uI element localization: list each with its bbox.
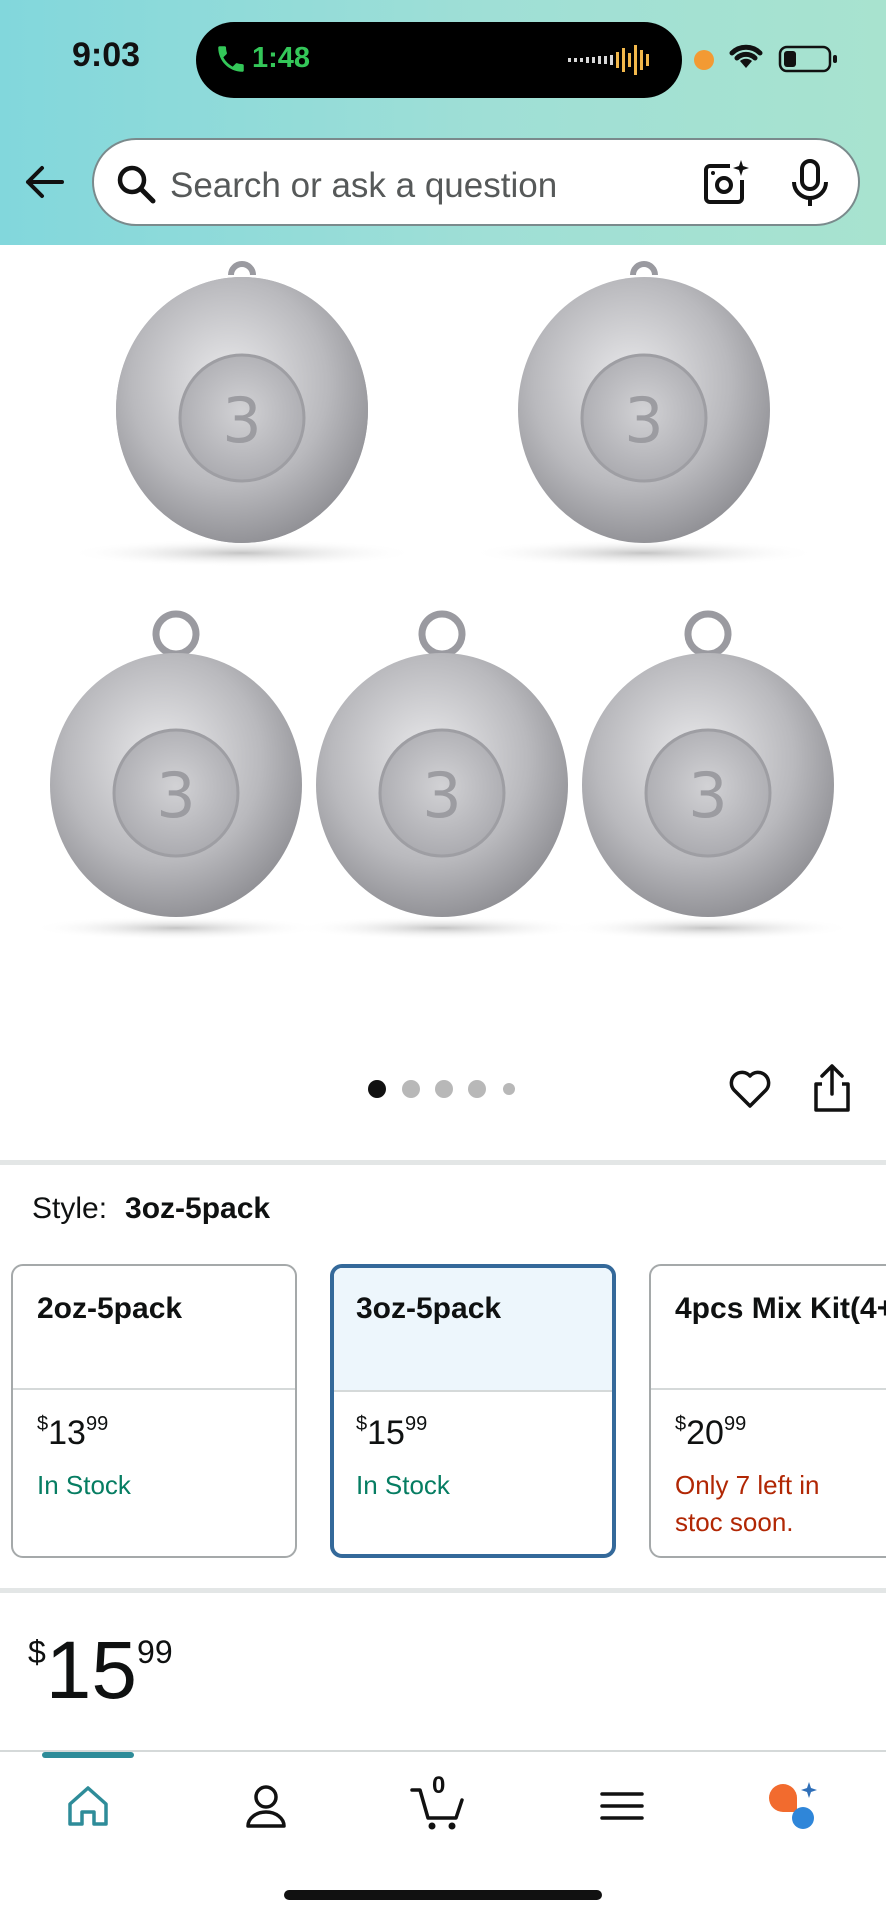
home-indicator[interactable]	[284, 1890, 602, 1900]
option-stock-status: In Stock	[356, 1470, 450, 1500]
option-stock-status: Only 7 left in stoc soon.	[675, 1470, 820, 1537]
price-dollars: 15	[45, 1625, 138, 1716]
style-option-3oz[interactable]: 3oz-5pack $1599 In Stock	[330, 1264, 616, 1558]
menu-icon[interactable]	[596, 1780, 648, 1832]
account-icon[interactable]	[240, 1780, 292, 1832]
option-stock-status: In Stock	[37, 1470, 131, 1500]
search-input[interactable]: Search or ask a question	[170, 166, 557, 206]
option-name: 3oz-5pack	[334, 1268, 612, 1392]
share-icon[interactable]	[808, 1062, 856, 1114]
audio-wave-icon	[568, 45, 649, 75]
microphone-icon[interactable]	[786, 158, 834, 210]
phone-icon	[218, 46, 244, 72]
option-price: $1599	[356, 1412, 428, 1452]
home-icon[interactable]	[62, 1780, 114, 1832]
style-option-2oz[interactable]: 2oz-5pack $1399 In Stock	[11, 1264, 297, 1558]
price-currency: $	[28, 1634, 46, 1670]
dynamic-island-call[interactable]: 1:48	[196, 22, 682, 98]
style-label: Style:	[32, 1192, 108, 1225]
status-time: 9:03	[72, 36, 141, 74]
wifi-icon	[729, 44, 763, 68]
style-option-mix-kit[interactable]: 4pcs Mix Kit(4+ $2099 Only 7 left in sto…	[649, 1264, 886, 1558]
rufus-assistant-icon[interactable]	[764, 1780, 822, 1832]
app-header: 9:03 1:48 Search or ask a question	[0, 0, 886, 245]
style-selected-value: 3oz-5pack	[125, 1192, 271, 1225]
style-selector-header: Style: 3oz-5pack	[32, 1192, 270, 1226]
section-divider	[0, 1160, 886, 1165]
product-price: $1599	[28, 1624, 173, 1718]
back-arrow-icon[interactable]	[22, 160, 66, 204]
price-cents: 99	[137, 1634, 173, 1670]
cart-count-badge: 0	[432, 1772, 446, 1799]
active-tab-indicator	[42, 1752, 134, 1758]
carousel-dot[interactable]	[368, 1080, 386, 1098]
option-name: 4pcs Mix Kit(4+	[651, 1266, 886, 1390]
call-duration: 1:48	[252, 42, 311, 74]
svg-text:3: 3	[624, 384, 663, 457]
product-image[interactable]: 3 3 3 3 3	[0, 245, 886, 1045]
carousel-dot[interactable]	[468, 1080, 486, 1098]
section-divider	[0, 1588, 886, 1593]
svg-text:3: 3	[222, 384, 261, 457]
carousel-dot[interactable]	[435, 1080, 453, 1098]
search-bar[interactable]: Search or ask a question	[92, 138, 860, 226]
option-price: $2099	[675, 1412, 747, 1452]
heart-icon[interactable]	[726, 1064, 774, 1112]
privacy-indicator-dot	[694, 50, 714, 70]
svg-text:3: 3	[422, 759, 461, 832]
camera-lens-icon[interactable]	[700, 158, 750, 208]
option-name: 2oz-5pack	[13, 1266, 295, 1390]
battery-icon	[778, 45, 837, 73]
svg-text:3: 3	[156, 759, 195, 832]
search-icon	[117, 165, 156, 204]
carousel-dot[interactable]	[503, 1083, 515, 1095]
carousel-dot[interactable]	[402, 1080, 420, 1098]
svg-text:3: 3	[688, 759, 727, 832]
option-price: $1399	[37, 1412, 109, 1452]
